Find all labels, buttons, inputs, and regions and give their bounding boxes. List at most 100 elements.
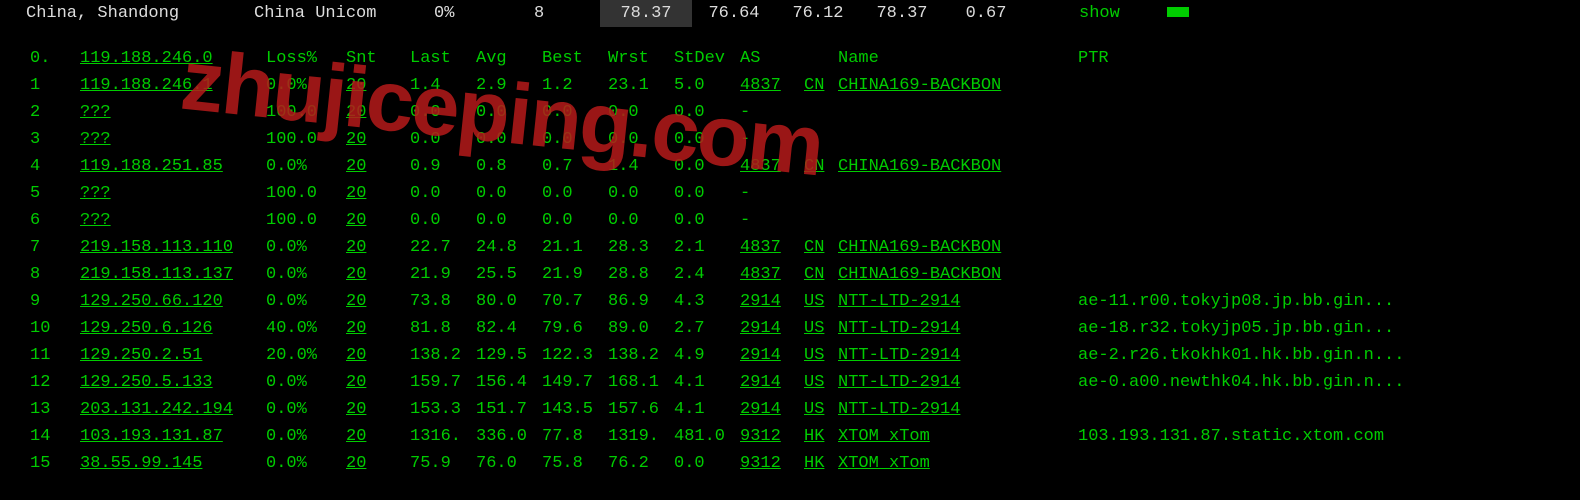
cell-avg: 25.5 <box>476 261 542 288</box>
cell-asname: CHINA169-BACKBON <box>838 153 1078 180</box>
cell-wrst: 28.3 <box>608 234 674 261</box>
cell-snt: 20 <box>346 369 410 396</box>
cell-ip[interactable]: 219.158.113.137 <box>80 261 266 288</box>
cell-n: 9 <box>30 288 80 315</box>
cell-best: 77.8 <box>542 423 608 450</box>
cell-ip[interactable]: 129.250.5.133 <box>80 369 266 396</box>
cell-n: 15 <box>30 450 80 477</box>
cell-wrst: 76.2 <box>608 450 674 477</box>
cell-snt: 20 <box>346 180 410 207</box>
cell-wrst: 89.0 <box>608 315 674 342</box>
cell-ip[interactable]: ??? <box>80 99 266 126</box>
cell-ip[interactable]: ??? <box>80 207 266 234</box>
cell-avg: 76.0 <box>476 450 542 477</box>
cell-ip[interactable]: 38.55.99.145 <box>80 450 266 477</box>
cell-best: 0.0 <box>542 207 608 234</box>
cell-snt: 20 <box>346 396 410 423</box>
cell-snt: 20 <box>346 342 410 369</box>
cell-asn: 4837 <box>740 234 804 261</box>
activity-bar-icon <box>1167 7 1189 17</box>
header-hop: 0. <box>30 45 80 72</box>
cell-asname: CHINA169-BACKBON <box>838 72 1078 99</box>
hop-row: 6???100.0200.00.00.00.00.0- <box>0 207 1580 234</box>
cell-stdev: 0.0 <box>674 207 740 234</box>
header-asname: Name <box>838 45 1078 72</box>
summary-count: 8 <box>534 0 600 27</box>
cell-avg: 156.4 <box>476 369 542 396</box>
cell-wrst: 23.1 <box>608 72 674 99</box>
cell-ip[interactable]: 203.131.242.194 <box>80 396 266 423</box>
header-wrst: Wrst <box>608 45 674 72</box>
cell-snt: 20 <box>346 99 410 126</box>
cell-ip[interactable]: 129.250.66.120 <box>80 288 266 315</box>
cell-ptr: ae-2.r26.tkokhk01.hk.bb.gin.n... <box>1078 342 1404 369</box>
cell-ip[interactable]: ??? <box>80 180 266 207</box>
cell-last: 153.3 <box>410 396 476 423</box>
cell-avg: 82.4 <box>476 315 542 342</box>
cell-last: 0.0 <box>410 99 476 126</box>
hop-row: 8219.158.113.1370.0%2021.925.521.928.82.… <box>0 261 1580 288</box>
cell-best: 0.7 <box>542 153 608 180</box>
cell-ip[interactable]: 129.250.2.51 <box>80 342 266 369</box>
header-asn: AS <box>740 45 804 72</box>
cell-snt: 20 <box>346 72 410 99</box>
cell-wrst: 0.0 <box>608 126 674 153</box>
cell-ptr: ae-18.r32.tokyjp05.jp.bb.gin... <box>1078 315 1394 342</box>
cell-best: 0.0 <box>542 180 608 207</box>
cell-loss: 0.0% <box>266 234 346 261</box>
hop-row: 11129.250.2.5120.0%20138.2129.5122.3138.… <box>0 342 1580 369</box>
cell-asname: XTOM xTom <box>838 423 1078 450</box>
cell-snt: 20 <box>346 126 410 153</box>
cell-ip[interactable]: ??? <box>80 126 266 153</box>
cell-stdev: 5.0 <box>674 72 740 99</box>
cell-stdev: 0.0 <box>674 153 740 180</box>
cell-snt: 20 <box>346 450 410 477</box>
cell-cc: US <box>804 315 838 342</box>
cell-ip[interactable]: 219.158.113.110 <box>80 234 266 261</box>
cell-loss: 0.0% <box>266 153 346 180</box>
cell-best: 70.7 <box>542 288 608 315</box>
summary-metric-2: 76.12 <box>776 0 860 27</box>
cell-asname: NTT-LTD-2914 <box>838 288 1078 315</box>
cell-cc: US <box>804 369 838 396</box>
hop-row: 10129.250.6.12640.0%2081.882.479.689.02.… <box>0 315 1580 342</box>
hop-row: 12129.250.5.1330.0%20159.7156.4149.7168.… <box>0 369 1580 396</box>
header-snt: Snt <box>346 45 410 72</box>
cell-cc: US <box>804 288 838 315</box>
cell-avg: 0.0 <box>476 207 542 234</box>
cell-best: 0.0 <box>542 99 608 126</box>
cell-snt: 20 <box>346 288 410 315</box>
cell-asname: CHINA169-BACKBON <box>838 261 1078 288</box>
hop-row: 9129.250.66.1200.0%2073.880.070.786.94.3… <box>0 288 1580 315</box>
cell-ptr: 103.193.131.87.static.xtom.com <box>1078 423 1384 450</box>
cell-loss: 0.0% <box>266 396 346 423</box>
cell-ip[interactable]: 129.250.6.126 <box>80 315 266 342</box>
cell-n: 5 <box>30 180 80 207</box>
cell-last: 0.0 <box>410 126 476 153</box>
summary-row: China, ShandongChina Unicom0%878.3776.64… <box>0 0 1580 27</box>
header-row: 0.119.188.246.0Loss%SntLastAvgBestWrstSt… <box>0 45 1580 72</box>
cell-stdev: 0.0 <box>674 450 740 477</box>
cell-cc: US <box>804 342 838 369</box>
cell-loss: 0.0% <box>266 261 346 288</box>
cell-ip[interactable]: 119.188.251.85 <box>80 153 266 180</box>
cell-last: 81.8 <box>410 315 476 342</box>
header-last: Last <box>410 45 476 72</box>
cell-n: 14 <box>30 423 80 450</box>
cell-ip[interactable]: 103.193.131.87 <box>80 423 266 450</box>
cell-asname: NTT-LTD-2914 <box>838 342 1078 369</box>
cell-last: 0.9 <box>410 153 476 180</box>
cell-ip[interactable]: 119.188.246.1 <box>80 72 266 99</box>
cell-last: 0.0 <box>410 207 476 234</box>
summary-location: China, Shandong <box>26 0 254 27</box>
hop-row: 5???100.0200.00.00.00.00.0- <box>0 180 1580 207</box>
cell-cc: CN <box>804 234 838 261</box>
show-link[interactable]: show <box>1079 0 1149 27</box>
cell-stdev: 2.4 <box>674 261 740 288</box>
cell-ptr: ae-0.a00.newthk04.hk.bb.gin.n... <box>1078 369 1404 396</box>
cell-stdev: 4.1 <box>674 369 740 396</box>
cell-ptr: ae-11.r00.tokyjp08.jp.bb.gin... <box>1078 288 1394 315</box>
cell-avg: 0.0 <box>476 99 542 126</box>
cell-wrst: 1319. <box>608 423 674 450</box>
cell-loss: 0.0% <box>266 369 346 396</box>
